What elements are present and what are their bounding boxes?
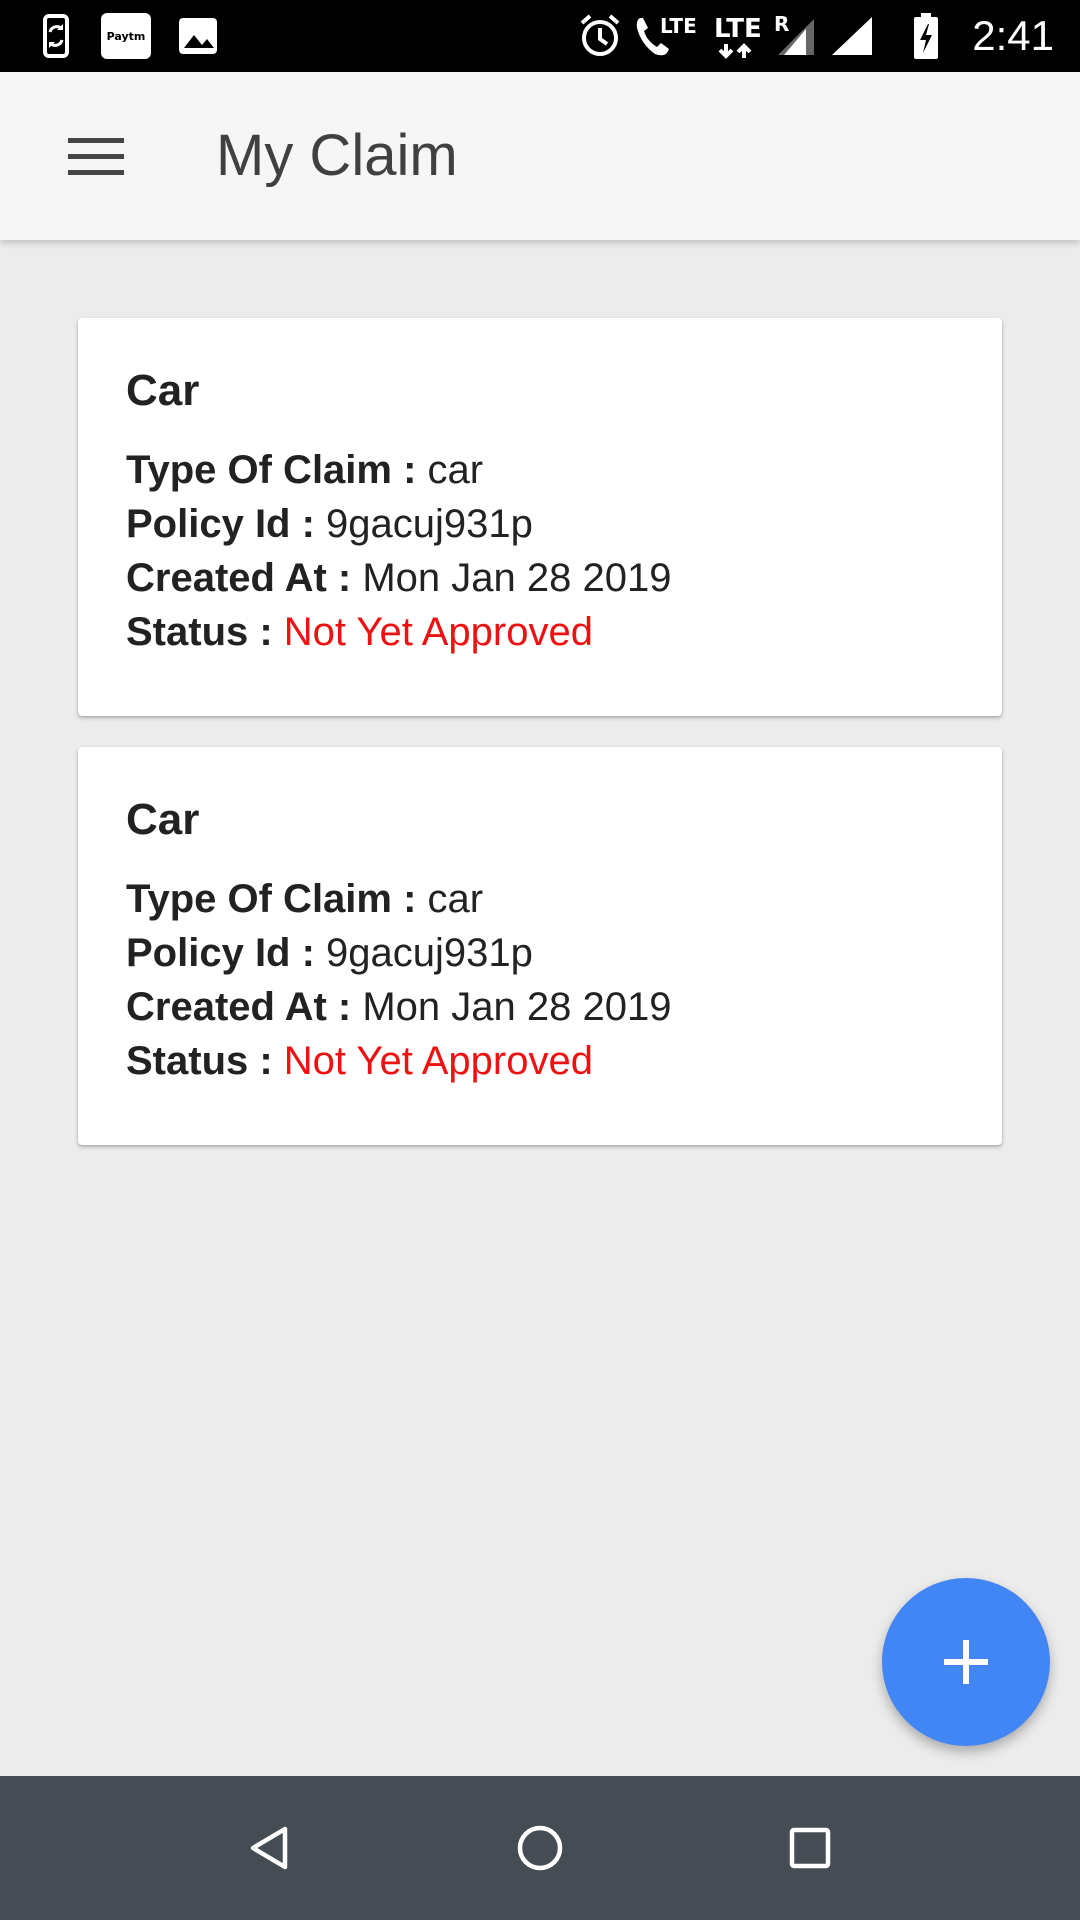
created-at-label: Created At : [126, 556, 363, 600]
screen: Paytm LTE LTE R 2:41 My Claim Car Type O… [0, 0, 1080, 1920]
signal-full-icon [830, 12, 874, 60]
status-label: Status : [126, 610, 284, 654]
claim-card[interactable]: Car Type Of Claim : car Policy Id : 9gac… [78, 318, 1002, 716]
menu-icon-line [68, 153, 124, 159]
clock: 2:41 [972, 12, 1054, 59]
image-icon [176, 12, 220, 60]
navigation-bar [0, 1776, 1080, 1920]
policy-id-row: Policy Id : 9gacuj931p [126, 502, 533, 547]
plus-icon [940, 1636, 992, 1688]
policy-id-row: Policy Id : 9gacuj931p [126, 931, 533, 976]
screen-rotate-icon [36, 12, 76, 60]
created-at-value: Mon Jan 28 2019 [362, 556, 672, 600]
status-bar: Paytm LTE LTE R 2:41 [0, 0, 1080, 72]
app-bar: My Claim [0, 72, 1080, 240]
status-row: Status : Not Yet Approved [126, 610, 593, 655]
claim-title: Car [126, 795, 200, 844]
status-row: Status : Not Yet Approved [126, 1039, 593, 1084]
claim-type-value: car [427, 448, 484, 492]
add-claim-button[interactable] [882, 1578, 1050, 1746]
menu-icon-line [68, 137, 124, 143]
created-at-row: Created At : Mon Jan 28 2019 [126, 985, 671, 1030]
back-icon [245, 1823, 295, 1873]
policy-id-value: 9gacuj931p [326, 931, 533, 975]
created-at-row: Created At : Mon Jan 28 2019 [126, 556, 671, 601]
signal-icon [776, 12, 816, 60]
created-at-value: Mon Jan 28 2019 [362, 985, 672, 1029]
lte-label-2: LTE [714, 14, 762, 44]
claim-title: Car [126, 366, 200, 415]
back-button[interactable] [230, 1808, 310, 1888]
recents-icon [785, 1823, 835, 1873]
recents-button[interactable] [770, 1808, 850, 1888]
policy-id-label: Policy Id : [126, 931, 327, 975]
claim-type-row: Type Of Claim : car [126, 877, 483, 922]
status-label: Status : [126, 1039, 284, 1083]
policy-id-label: Policy Id : [126, 502, 327, 546]
claim-card[interactable]: Car Type Of Claim : car Policy Id : 9gac… [78, 747, 1002, 1145]
battery-charging-icon [912, 12, 940, 60]
policy-id-value: 9gacuj931p [326, 502, 533, 546]
page-title: My Claim [216, 123, 458, 188]
alarm-icon [578, 12, 622, 60]
claim-type-value: car [427, 877, 484, 921]
status-value: Not Yet Approved [283, 610, 593, 654]
menu-button[interactable] [52, 118, 140, 194]
created-at-label: Created At : [126, 985, 363, 1029]
data-arrows-icon [716, 42, 756, 60]
menu-icon-line [68, 169, 124, 175]
claim-type-label: Type Of Claim : [126, 448, 428, 492]
lte-label: LTE [660, 14, 697, 38]
status-value: Not Yet Approved [283, 1039, 593, 1083]
claim-type-row: Type Of Claim : car [126, 448, 483, 493]
claim-type-label: Type Of Claim : [126, 877, 428, 921]
paytm-icon: Paytm [101, 13, 151, 59]
home-icon [515, 1823, 565, 1873]
home-button[interactable] [500, 1808, 580, 1888]
